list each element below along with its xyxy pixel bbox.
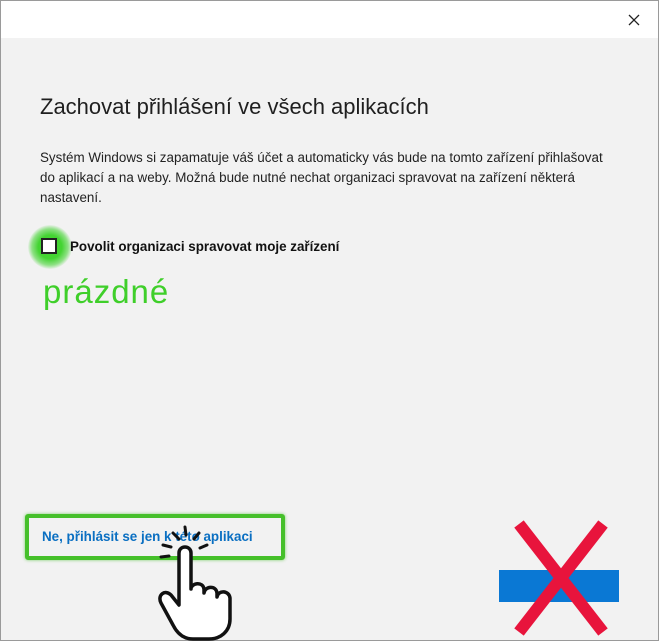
dialog-window: Zachovat přihlášení ve všech aplikacích … [0,0,659,641]
close-icon [628,14,640,26]
manage-device-checkbox-label[interactable]: Povolit organizaci spravovat moje zaříze… [70,239,339,254]
manage-device-checkbox[interactable] [41,238,57,254]
next-button[interactable] [499,570,619,602]
annotation-empty-note: prázdné [43,273,170,310]
dialog-description: Systém Windows si zapamatuje váš účet a … [40,150,603,205]
dialog-heading: Zachovat přihlášení ve všech aplikacích [40,94,429,119]
this-app-only-link[interactable]: Ne, přihlásit se jen k této aplikaci [42,529,253,544]
close-button[interactable] [624,10,644,30]
title-bar [1,1,658,38]
